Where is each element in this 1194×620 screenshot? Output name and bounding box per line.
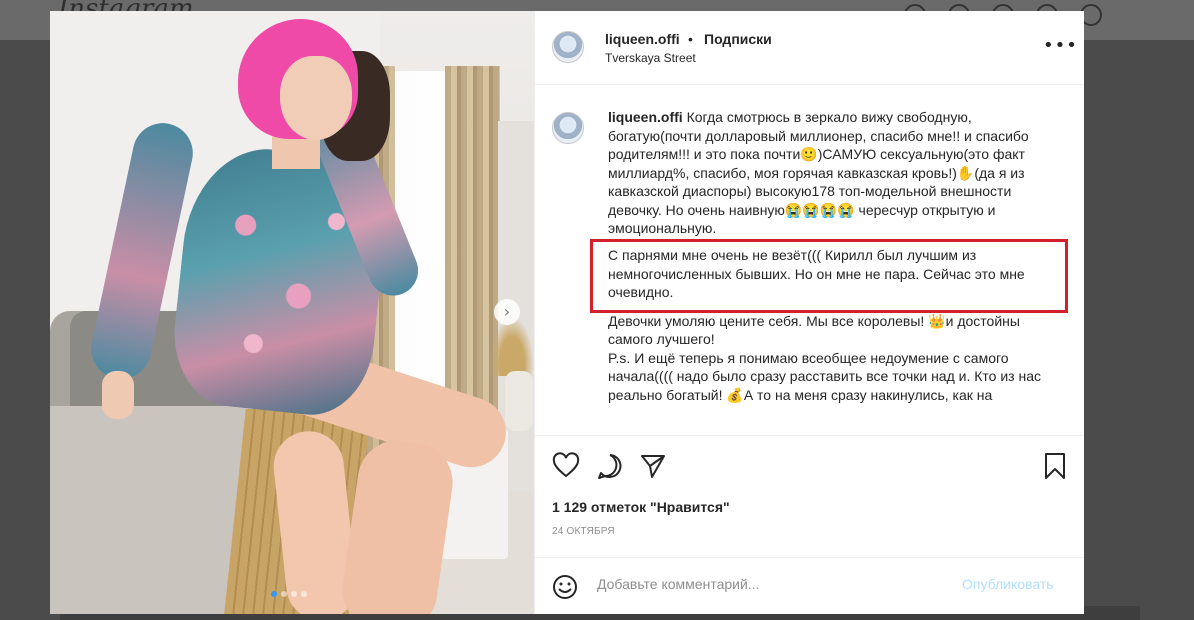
likes-count[interactable]: 1 129 отметок "Нравится" xyxy=(552,499,730,515)
avatar[interactable] xyxy=(552,31,584,63)
more-options-icon[interactable]: ••• xyxy=(1043,37,1078,55)
post-photo[interactable]: › xyxy=(50,11,534,614)
post-header: liqueen.offi • Подписки Tverskaya Street… xyxy=(535,11,1084,85)
carousel-dot xyxy=(291,591,297,597)
caption-highlighted-text: С парнями мне очень не везёт((( Кирилл б… xyxy=(608,247,1029,300)
separator-dot: • xyxy=(688,31,693,47)
avatar[interactable] xyxy=(552,112,584,144)
heart-icon[interactable] xyxy=(552,452,580,480)
publish-button[interactable]: Опубликовать xyxy=(962,576,1054,592)
post-date[interactable]: 24 ОКТЯБРЯ xyxy=(552,526,615,537)
comment-box: Опубликовать xyxy=(535,557,1084,614)
carousel-dot xyxy=(271,591,277,597)
caption-area: liqueen.offi Когда смотрюсь в зеркало ви… xyxy=(535,84,1084,435)
following-button[interactable]: Подписки xyxy=(704,31,772,47)
carousel-dot xyxy=(281,591,287,597)
comment-icon[interactable] xyxy=(596,452,624,480)
bookmark-icon[interactable] xyxy=(1041,452,1069,480)
carousel-next-button[interactable]: › xyxy=(494,299,520,325)
post-details-panel: liqueen.offi • Подписки Tverskaya Street… xyxy=(534,11,1084,614)
action-bar xyxy=(535,435,1084,496)
comment-input[interactable] xyxy=(597,576,947,592)
emoji-icon[interactable] xyxy=(552,574,578,600)
carousel-dots xyxy=(271,591,307,597)
post-modal: › liqueen.offi • Подписки Tverskaya Stre… xyxy=(50,11,1084,614)
username-link[interactable]: liqueen.offi xyxy=(605,31,680,47)
paper-plane-icon[interactable] xyxy=(639,452,667,480)
location-link[interactable]: Tverskaya Street xyxy=(605,51,696,65)
chevron-right-icon: › xyxy=(503,302,511,321)
caption-intro: Когда смотрюсь в зеркало вижу свободную,… xyxy=(608,109,1033,236)
caption-username[interactable]: liqueen.offi xyxy=(608,109,683,125)
carousel-dot xyxy=(301,591,307,597)
